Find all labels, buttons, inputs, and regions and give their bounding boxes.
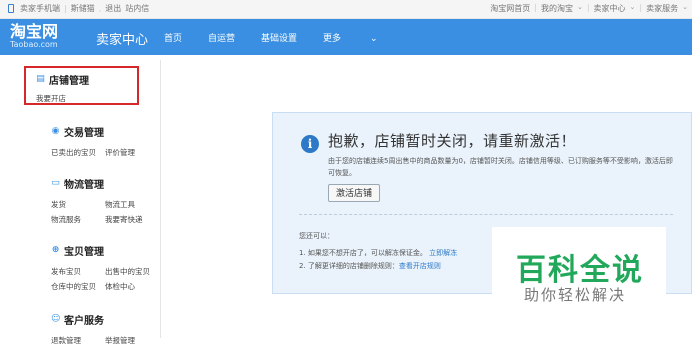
options-list: 1. 如果您不想开店了，可以解冻保证金。 立即解冻 2. 了解更详细的店铺删除规…: [299, 247, 457, 273]
sidebar-group-title[interactable]: 交易管理: [64, 124, 104, 139]
sidebar-group-title[interactable]: 客户服务: [64, 312, 104, 327]
sidebar-item-on-sale[interactable]: 出售中的宝贝: [105, 264, 159, 279]
trade-icon: ◉: [51, 126, 60, 136]
sidebar: ▤ 店铺管理 我要开店 ◉ 交易管理 已卖出的宝贝 评价管理 ▭ 物流管理 发货 物流工具…: [24, 60, 161, 345]
watermark-subtitle: 助你轻松解决: [524, 286, 627, 304]
taobao-logo[interactable]: 淘宝网 Taobao.com: [10, 23, 78, 51]
store-icon: ▤: [36, 74, 45, 84]
goods-icon: ⊕: [51, 245, 60, 255]
nav-item-basic-settings[interactable]: 基础设置: [261, 31, 297, 44]
sidebar-item-sold-items[interactable]: 已卖出的宝贝: [51, 145, 105, 160]
notice-description: 由于您的店铺连续5周出售中的商品数量为0，店铺暂时关闭。店铺信用等级、已订购服务…: [328, 157, 673, 177]
seller-center-link[interactable]: 卖家中心: [594, 3, 626, 14]
chevron-down-icon: ⌄: [682, 3, 688, 11]
sidebar-item-warehouse[interactable]: 仓库中的宝贝: [51, 279, 105, 294]
truck-icon: ▭: [51, 178, 60, 188]
sidebar-item-checkup[interactable]: 体检中心: [105, 279, 159, 294]
sidebar-item-logistics-service[interactable]: 物流服务: [51, 212, 105, 227]
mobile-phone-icon: [8, 4, 14, 13]
my-taobao-link[interactable]: 我的淘宝: [541, 3, 573, 14]
sidebar-item-refunds[interactable]: 退款管理: [51, 333, 105, 348]
sidebar-group-service: ☺ 客户服务 退款管理 举报管理: [26, 312, 160, 348]
username[interactable]: 斯储猫: [71, 3, 95, 14]
taobao-home-link[interactable]: 淘宝网首页: [490, 3, 530, 14]
sidebar-item-ship[interactable]: 发货: [51, 197, 105, 212]
nav-item-more[interactable]: 更多 ⌄: [323, 31, 403, 44]
sidebar-item-logistics-tools[interactable]: 物流工具: [105, 197, 159, 212]
seller-service-link[interactable]: 卖家服务: [646, 3, 678, 14]
watermark: 百科全说 助你轻松解决: [492, 227, 666, 338]
sidebar-group-logistics: ▭ 物流管理 发货 物流工具 物流服务 我要寄快递: [26, 176, 160, 227]
seller-center-title[interactable]: 卖家中心: [96, 29, 148, 48]
sidebar-group-title[interactable]: 物流管理: [64, 176, 104, 191]
options-subtitle: 您还可以：: [299, 232, 334, 240]
sidebar-item-publish[interactable]: 发布宝贝: [51, 264, 105, 279]
sidebar-group-goods: ⊕ 宝贝管理 发布宝贝 出售中的宝贝 仓库中的宝贝 体检中心: [26, 243, 160, 294]
nav-item-home[interactable]: 首页: [164, 31, 182, 44]
activate-store-button[interactable]: 激活店铺: [328, 184, 380, 202]
info-icon: i: [301, 135, 319, 153]
list-item: 2. 了解更详细的店铺删除规则：查看开店规则: [299, 262, 441, 270]
main-nav: 淘宝网 Taobao.com 卖家中心 首页 自运营 基础设置 更多 ⌄: [0, 19, 692, 55]
watermark-title: 百科全说: [516, 253, 644, 288]
sidebar-group-trade: ◉ 交易管理 已卖出的宝贝 评价管理: [26, 124, 160, 160]
sidebar-item-open-store[interactable]: 我要开店: [36, 91, 90, 106]
notice-headline: 抱歉，店铺暂时关闭，请重新激活！: [328, 132, 577, 150]
chevron-down-icon: ⌄: [369, 34, 378, 44]
sidebar-item-reviews[interactable]: 评价管理: [105, 145, 159, 160]
logout-link[interactable]: 退出: [105, 3, 121, 14]
list-item: 1. 如果您不想开店了，可以解冻保证金。 立即解冻: [299, 249, 458, 257]
messages-link[interactable]: 站内信: [125, 3, 149, 14]
seller-mobile-link[interactable]: 卖家手机端: [20, 3, 60, 14]
sidebar-group-title[interactable]: 宝贝管理: [64, 243, 104, 258]
sidebar-group-title[interactable]: 店铺管理: [49, 72, 89, 87]
sidebar-item-send-express[interactable]: 我要寄快递: [105, 212, 159, 227]
unfreeze-link[interactable]: 立即解冻: [429, 249, 457, 257]
sidebar-item-reports[interactable]: 举报管理: [105, 333, 159, 348]
chevron-down-icon: ⌄: [629, 3, 636, 11]
divider: [299, 214, 673, 215]
store-rules-link[interactable]: 查看开店规则: [399, 262, 441, 270]
top-utility-bar: 卖家手机端 | 斯储猫 , 退出 站内信 淘宝网首页 | 我的淘宝 ⌄ | 卖家中…: [0, 0, 692, 19]
service-icon: ☺: [51, 314, 61, 324]
sidebar-group-store: ▤ 店铺管理 我要开店: [36, 72, 170, 106]
chevron-down-icon: ⌄: [576, 3, 583, 11]
nav-item-self-operation[interactable]: 自运营: [208, 31, 235, 44]
nav-menu: 首页 自运营 基础设置 更多 ⌄: [164, 31, 429, 44]
